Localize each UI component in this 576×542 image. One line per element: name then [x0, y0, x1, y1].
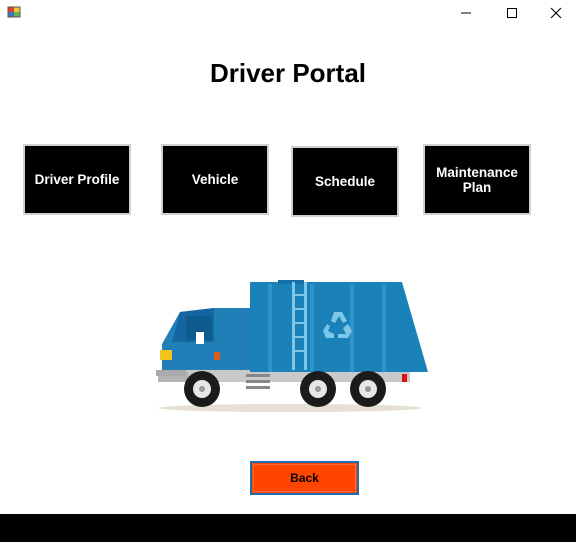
maintenance-plan-button[interactable]: Maintenance Plan: [425, 146, 529, 213]
back-label: Back: [290, 471, 319, 485]
close-button[interactable]: [535, 0, 576, 26]
schedule-label: Schedule: [314, 174, 376, 189]
maximize-button[interactable]: [489, 0, 535, 26]
app-icon: [7, 5, 21, 19]
vehicle-button[interactable]: Vehicle: [163, 146, 267, 213]
driver-portal-window: Driver Portal Driver Profile Vehicle Sch…: [0, 0, 576, 542]
minimize-icon: [461, 12, 471, 14]
minimize-button[interactable]: [443, 0, 489, 26]
maintenance-label-line1: Maintenance: [436, 164, 518, 180]
maintenance-plan-label: Maintenance Plan: [436, 165, 518, 195]
maximize-icon: [507, 8, 517, 18]
close-icon: [550, 7, 561, 19]
schedule-button[interactable]: Schedule: [293, 148, 397, 215]
driver-profile-button[interactable]: Driver Profile: [25, 146, 129, 213]
maintenance-label-line2: Plan: [462, 179, 492, 195]
driver-profile-label: Driver Profile: [34, 172, 120, 187]
title-bar: [0, 0, 576, 26]
vehicle-label: Vehicle: [191, 172, 239, 187]
garbage-truck-icon: [156, 280, 428, 412]
bottom-bar: [0, 514, 576, 542]
page-title: Driver Portal: [209, 58, 367, 88]
back-button[interactable]: Back: [250, 461, 359, 495]
